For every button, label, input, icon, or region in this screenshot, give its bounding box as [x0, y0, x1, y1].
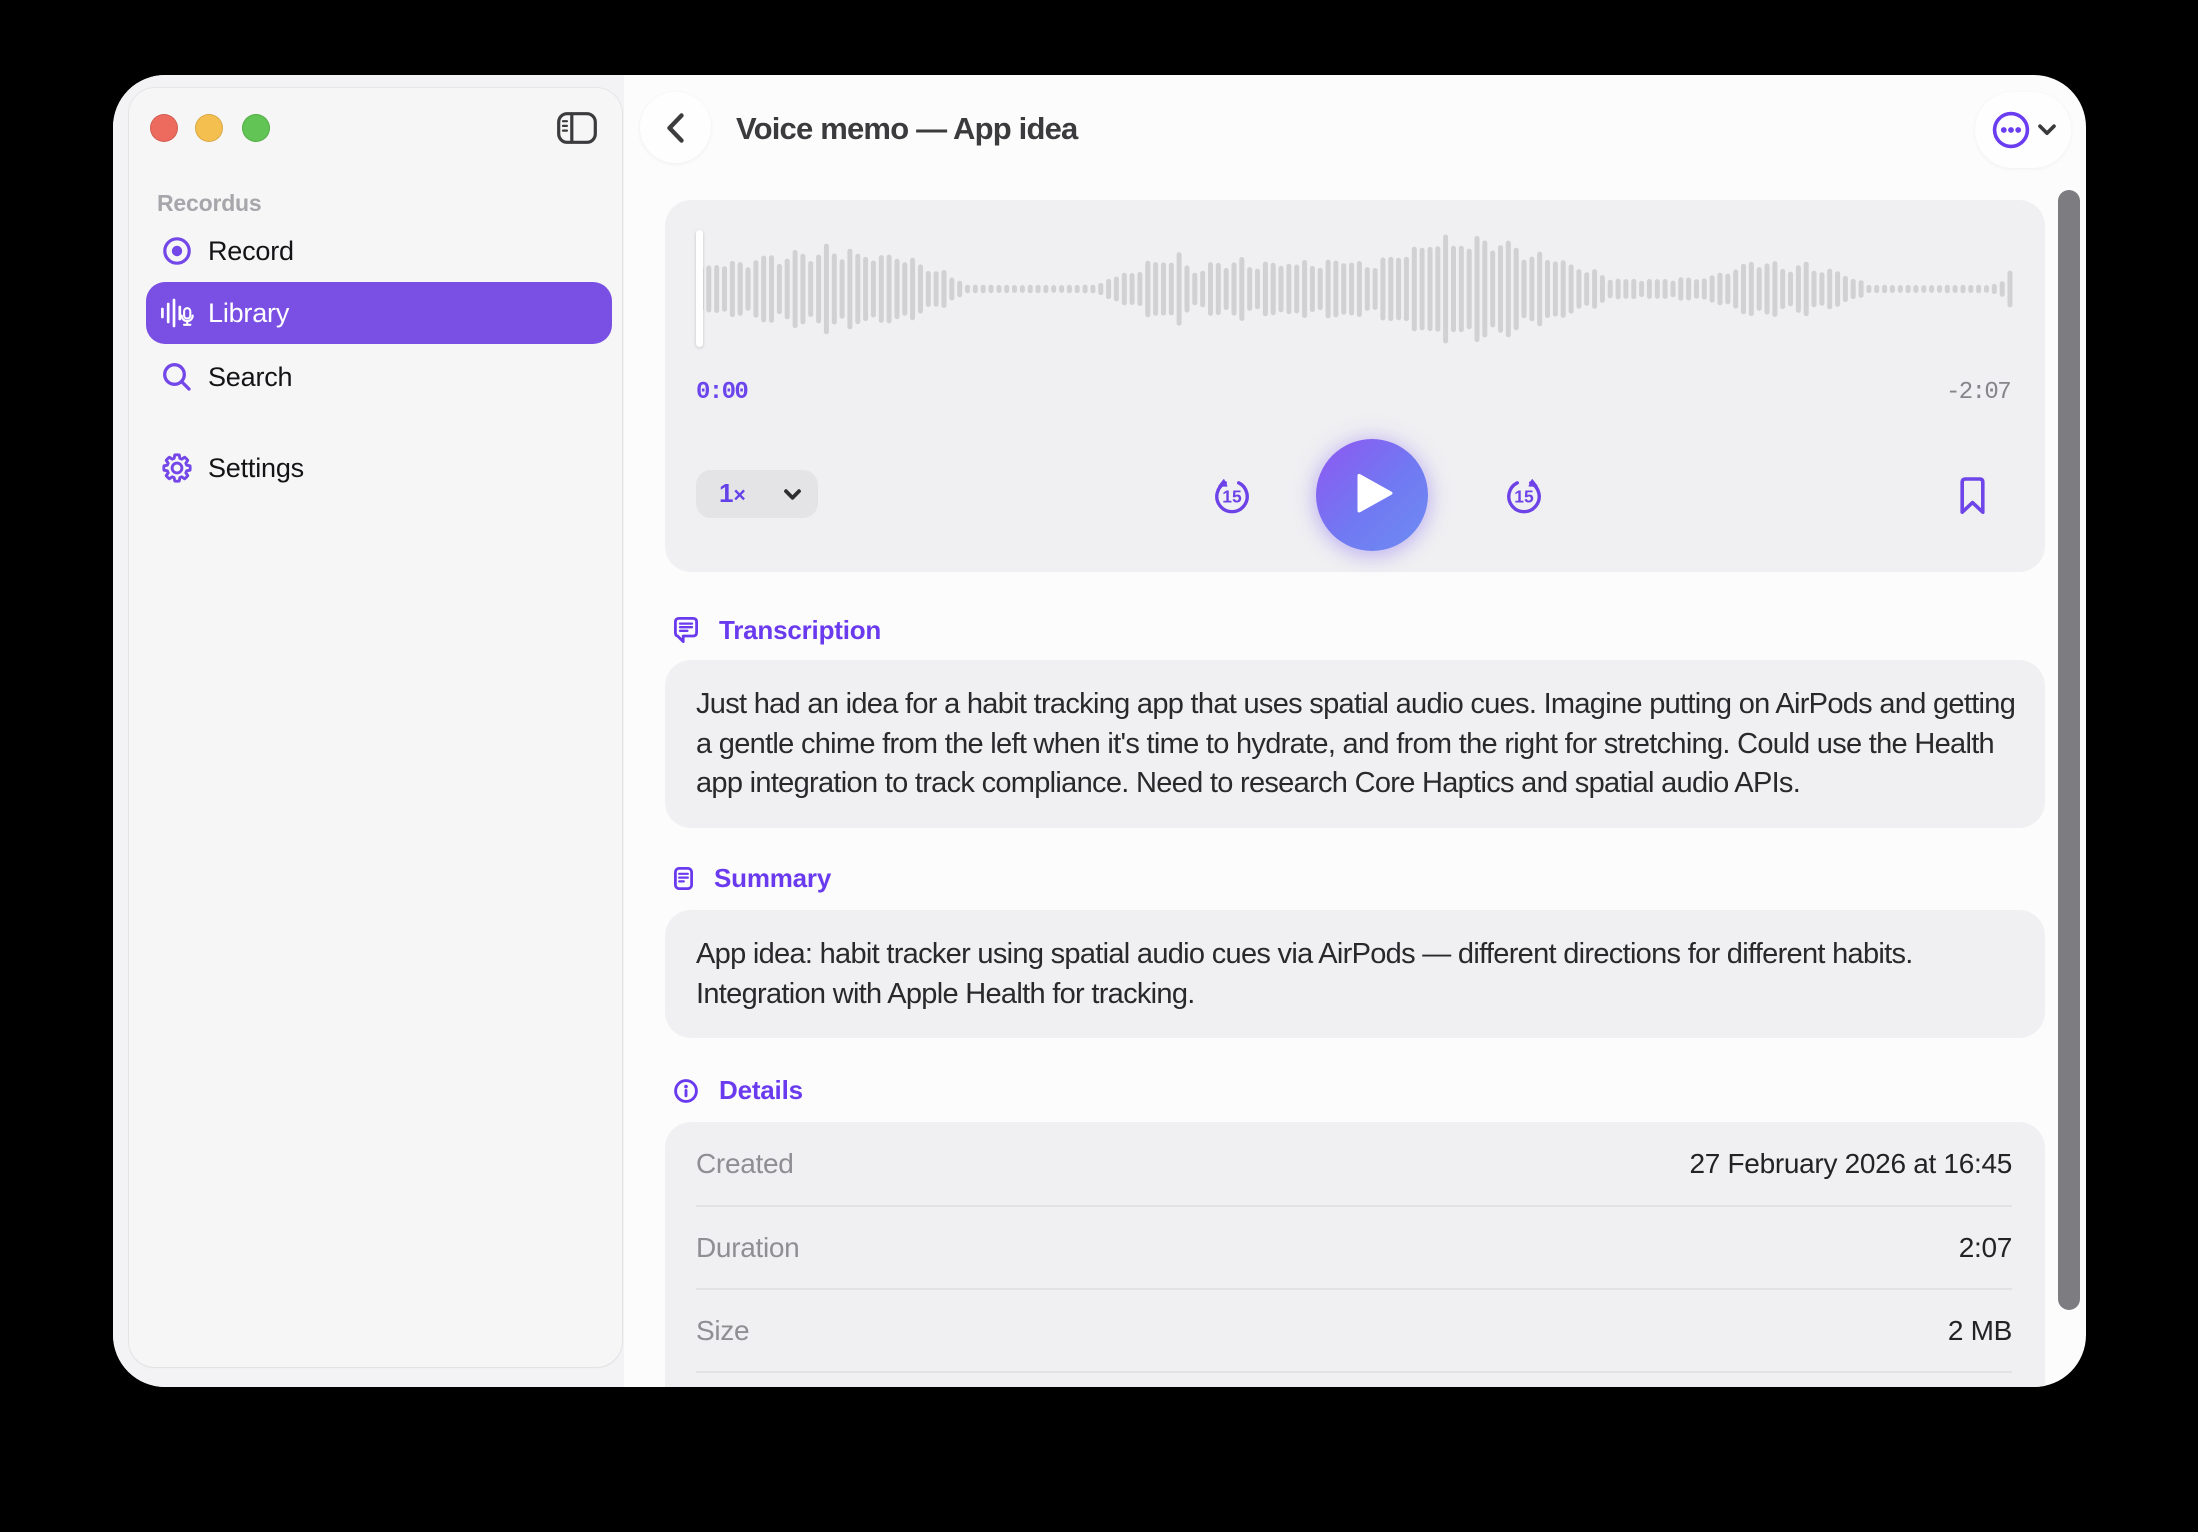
svg-text:15: 15 — [1222, 487, 1242, 507]
svg-text:15: 15 — [1514, 487, 1534, 507]
